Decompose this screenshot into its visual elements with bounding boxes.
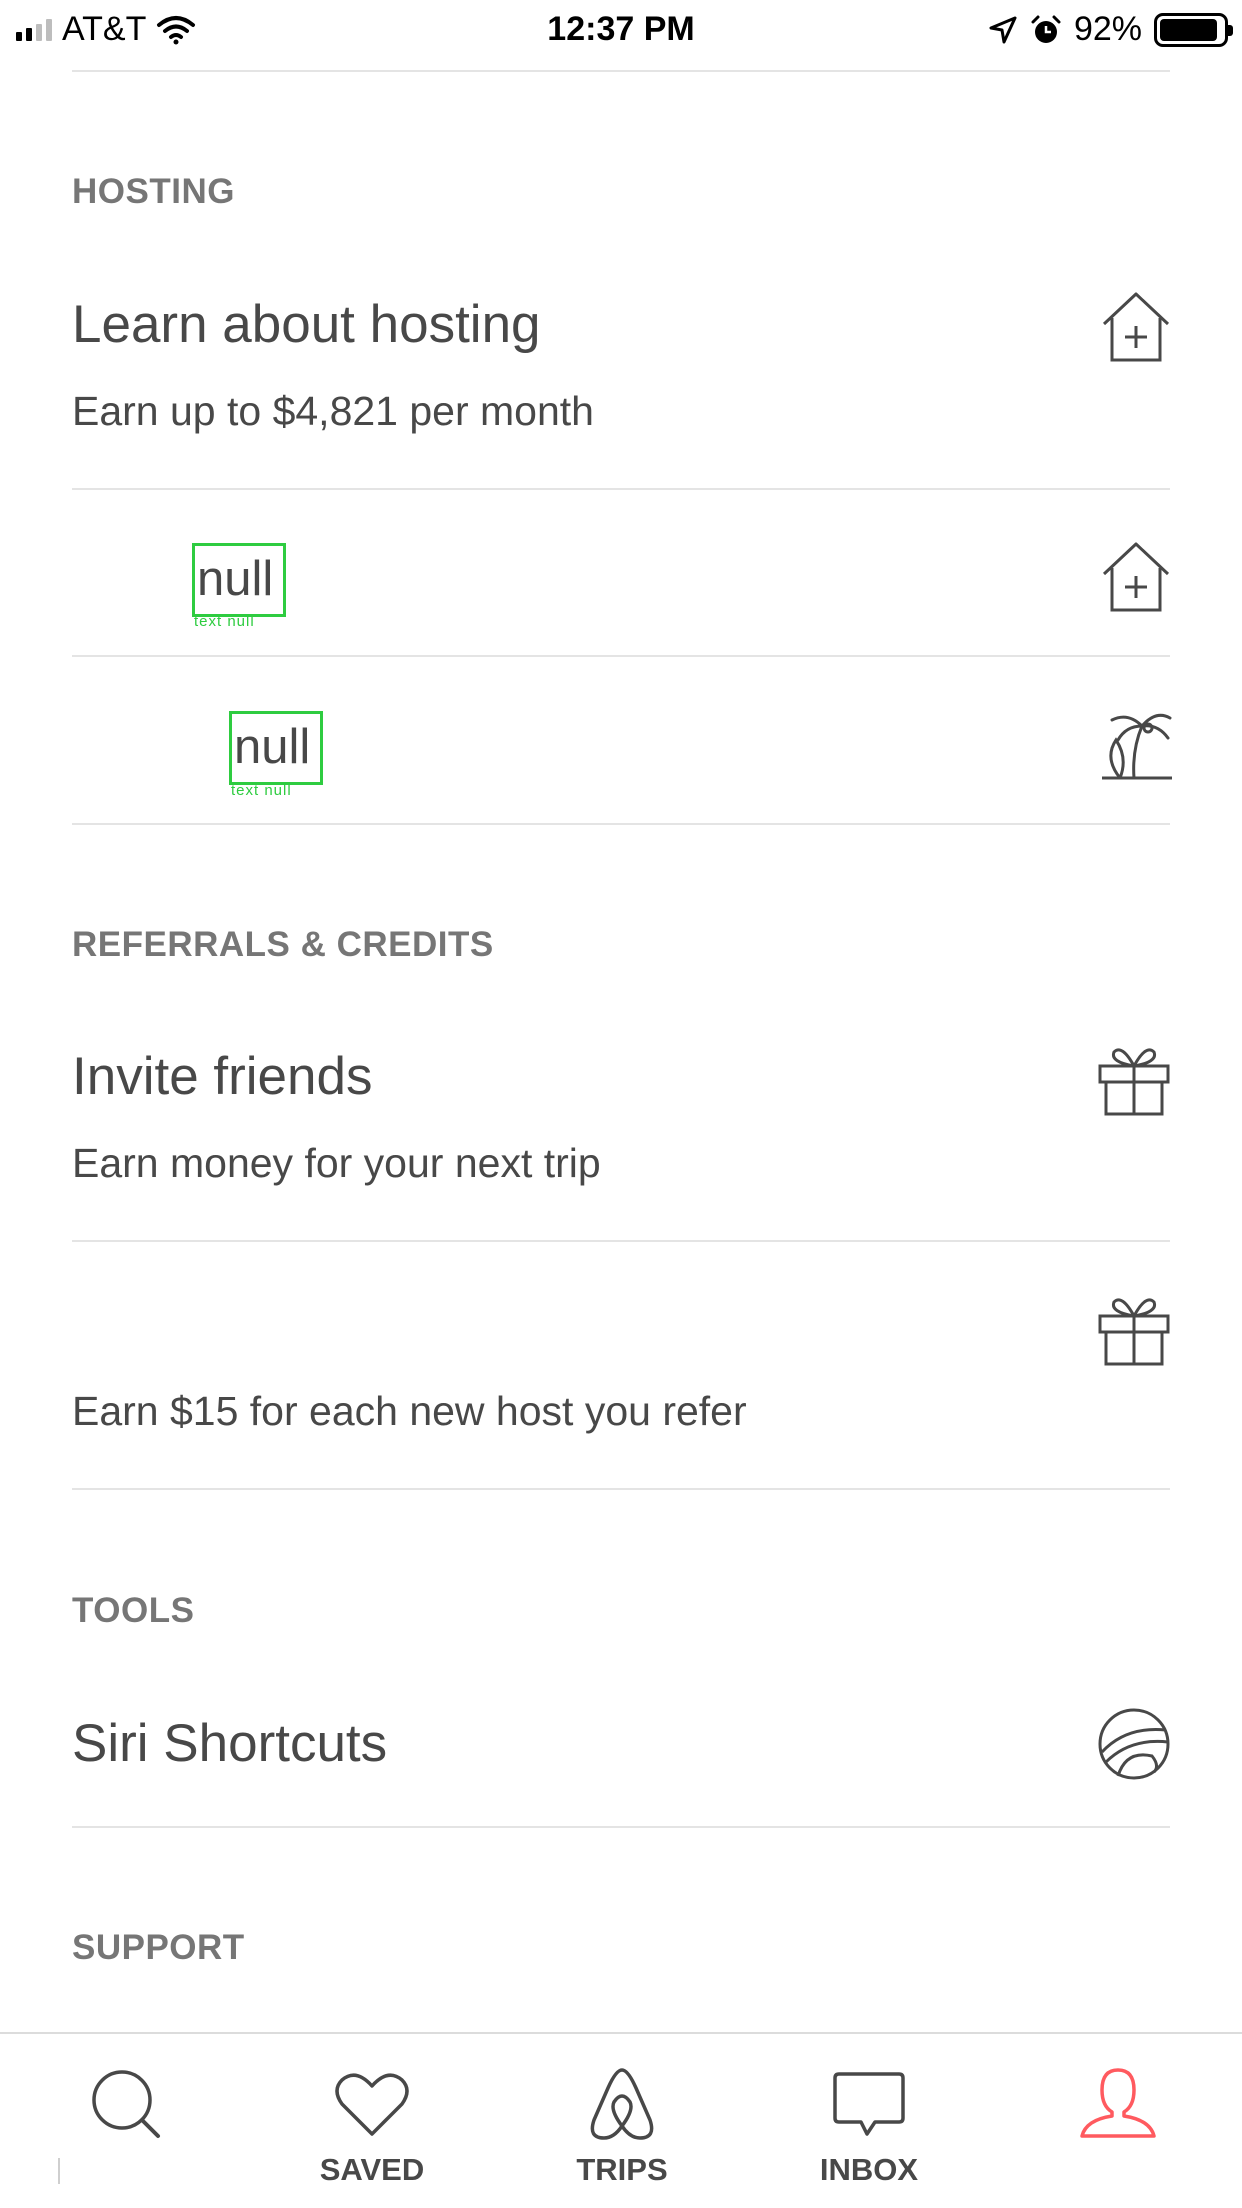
alarm-icon [1030, 14, 1062, 46]
learn-hosting-title[interactable]: Learn about hosting [72, 294, 541, 355]
hosting-row-null-text-2[interactable]: null [229, 711, 323, 785]
divider [72, 655, 1170, 657]
gift-icon [1096, 1290, 1172, 1366]
hosting-row-null-text[interactable]: null [192, 543, 286, 617]
heart-icon [332, 2064, 412, 2144]
divider [72, 1240, 1170, 1242]
section-label-referrals: REFERRALS & CREDITS [72, 925, 494, 964]
siri-shortcuts-title[interactable]: Siri Shortcuts [72, 1713, 387, 1774]
tab-inbox[interactable]: INBOX [789, 2064, 949, 2188]
invite-friends-title[interactable]: Invite friends [72, 1046, 372, 1107]
status-bar: AT&T 12:37 PM 92% [0, 0, 1242, 62]
palm-tree-icon [1098, 704, 1174, 780]
tab-profile[interactable] [1038, 2064, 1198, 2152]
section-label-hosting: HOSTING [72, 172, 235, 211]
search-icon [86, 2064, 166, 2144]
tab-trips[interactable]: TRIPS [542, 2064, 702, 2188]
airbnb-logo-icon [582, 2064, 662, 2144]
tab-saved-label: SAVED [319, 2152, 425, 2187]
house-plus-icon [1098, 288, 1174, 364]
null-caption: text null [231, 782, 292, 799]
tab-explore[interactable] [46, 2064, 206, 2152]
invite-friends-subtitle: Earn money for your next trip [72, 1140, 601, 1186]
house-plus-icon [1098, 538, 1174, 614]
battery-percent: 92% [1073, 10, 1142, 48]
divider [72, 823, 1170, 825]
divider [72, 1826, 1170, 1828]
tab-edge-line [58, 2158, 60, 2184]
top-divider [72, 70, 1170, 72]
bottom-tab-bar: SAVED TRIPS INBOX [0, 2032, 1242, 2208]
tab-inbox-label: INBOX [819, 2152, 919, 2187]
divider [72, 1488, 1170, 1490]
refer-host-subtitle[interactable]: Earn $15 for each new host you refer [72, 1388, 747, 1435]
gift-icon [1096, 1040, 1172, 1116]
section-label-tools: TOOLS [72, 1591, 195, 1630]
learn-hosting-subtitle: Earn up to $4,821 per month [72, 388, 594, 434]
status-right: 92% [988, 10, 1233, 49]
battery-icon [1154, 12, 1233, 47]
section-label-support: SUPPORT [72, 1928, 245, 1967]
null-caption: text null [194, 613, 255, 630]
location-arrow-icon [988, 15, 1018, 45]
profile-icon [1078, 2064, 1158, 2144]
siri-shortcuts-icon [1096, 1706, 1172, 1782]
tab-trips-label: TRIPS [576, 2152, 668, 2187]
chat-bubble-icon [829, 2064, 909, 2144]
divider [72, 488, 1170, 490]
tab-saved[interactable]: SAVED [292, 2064, 452, 2188]
